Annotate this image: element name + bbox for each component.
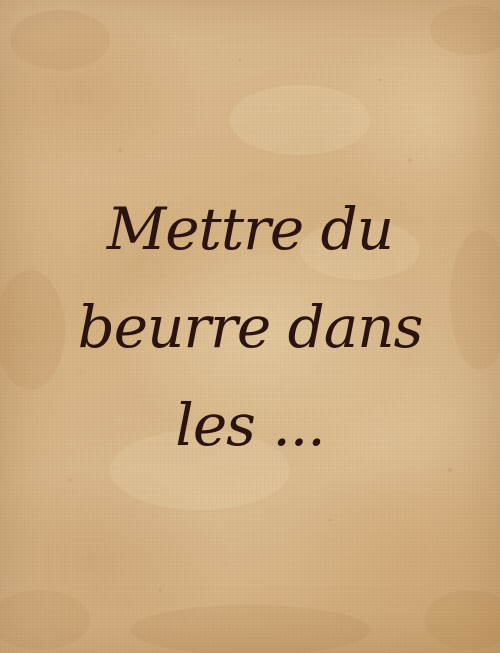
saying-line-2: beurre dans: [77, 293, 424, 361]
saying-line-3: les ...: [175, 391, 325, 459]
saying-line-1: Mettre du: [106, 195, 394, 263]
saying-text: Mettre du beurre dans les ...: [40, 180, 460, 474]
